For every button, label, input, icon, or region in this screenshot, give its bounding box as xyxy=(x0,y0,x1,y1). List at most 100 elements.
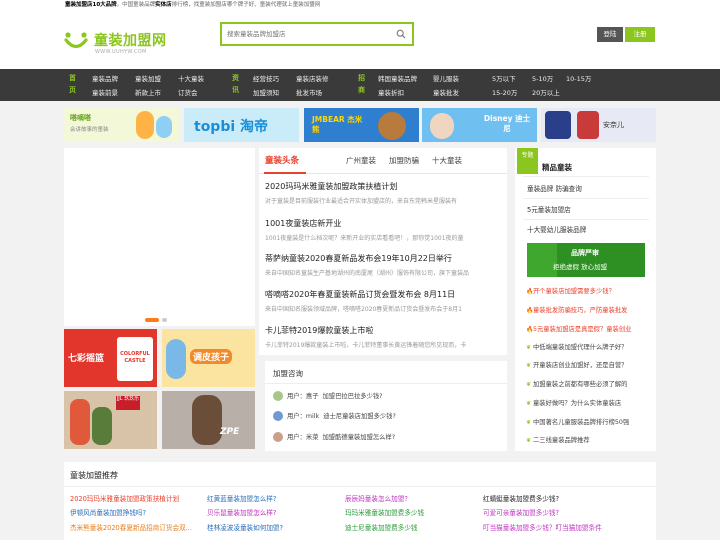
consult-question[interactable]: 迪士尼童装店加盟多少钱? xyxy=(323,413,396,420)
news-title[interactable]: 1001夜童装店新开业 xyxy=(265,218,501,229)
news-item[interactable]: 嗒嘀嗒2020年春夏童装新品订货会暨发布会 8月11日 来自中国知名服装领域品牌，… xyxy=(265,289,501,313)
slider-dot-active[interactable] xyxy=(145,318,159,322)
news-title[interactable]: 蒂萨纳童装2020春夏新品发布会19年10月22日举行 xyxy=(265,253,501,264)
search-icon[interactable] xyxy=(396,29,406,39)
news-desc: 对于童装是目前服装行业最适合开实体加盟店的，来自东莞韩米星服装有 xyxy=(265,198,458,205)
nav-link[interactable]: 童装品牌 xyxy=(92,73,118,83)
hot-link[interactable]: ❦ 加盟童装之前都有哪些必须了解的 xyxy=(526,379,654,388)
nav-link[interactable]: 童装前景 xyxy=(92,87,118,97)
recommend-link[interactable]: 红黄蓝童装加盟怎么样? xyxy=(207,493,337,503)
nav-link[interactable]: 15-20万 xyxy=(492,87,517,97)
nav-link[interactable]: 订货会 xyxy=(178,87,198,97)
news-item[interactable]: 1001夜童装店新开业 1001夜童装是什么档次呢？来新开业的实店看看吧！，那你觉… xyxy=(265,218,501,242)
nav-link[interactable]: 5万以下 xyxy=(492,73,516,83)
tab-guangzhou[interactable]: 广州童装 xyxy=(346,155,376,166)
leaf-icon: ❦ xyxy=(526,381,532,388)
brand-tile[interactable]: 调皮孩子 xyxy=(162,329,255,387)
consult-question[interactable]: 加盟巴拉巴拉多少钱? xyxy=(323,393,383,400)
recommend-link[interactable]: 贝乐鼠童装加盟怎么样? xyxy=(207,507,337,517)
leaf-icon: ❦ xyxy=(526,400,532,407)
tab-top-ten[interactable]: 十大童装 xyxy=(432,155,462,166)
register-button[interactable]: 注册 xyxy=(625,27,655,42)
recommend-link[interactable]: 玛玛米雅童装加盟费多少钱 xyxy=(345,507,475,517)
brand-tile[interactable]: ZPE xyxy=(162,391,255,449)
verified-brand-banner[interactable]: 品牌严审 拒绝虚假 放心加盟 xyxy=(527,243,645,277)
brand-banner[interactable]: 嗒嘀嗒 会讲故事的童装 xyxy=(64,108,179,142)
smile-logo-icon xyxy=(64,32,88,49)
search-input[interactable] xyxy=(222,24,392,44)
hot-link[interactable]: ❦ 开童装店创业加盟好，还是自营？ xyxy=(526,360,654,369)
divider xyxy=(64,486,656,487)
nav-link[interactable]: 童装店装修 xyxy=(296,73,329,83)
nav-link[interactable]: 童装加盟 xyxy=(135,73,161,83)
nav-section-invest[interactable]: 招商 xyxy=(358,72,368,96)
news-title[interactable]: 2020玛玛米雅童装加盟政策扶植计划 xyxy=(265,181,501,192)
tile-label: 七彩摇篮 xyxy=(68,354,105,364)
tab-headlines[interactable]: 童装头条 xyxy=(265,154,299,166)
login-button[interactable]: 登陆 xyxy=(597,27,623,42)
news-tabs: 童装头条 广州童装 加盟防骗 十大童装 xyxy=(259,148,507,174)
recommend-link[interactable]: 2020玛玛米雅童装加盟政策扶植计划 xyxy=(70,493,200,503)
brand-banner[interactable]: JMBEAR 杰米熊 xyxy=(304,108,419,142)
nav-link[interactable]: 婴儿服装 xyxy=(433,73,459,83)
nav-link[interactable]: 十大童装 xyxy=(178,73,204,83)
brand-banner[interactable]: topbi 淘帝 xyxy=(184,108,299,142)
recommend-link[interactable]: 桂林凌波凌童装如何加盟? xyxy=(207,522,337,532)
nav-section-home[interactable]: 首页 xyxy=(69,72,79,96)
news-title[interactable]: 卡儿菲特2019爆款童装上市啦 xyxy=(265,325,501,336)
nav-link[interactable]: 童装折扣 xyxy=(378,87,404,97)
news-panel: 童装头条 广州童装 加盟防骗 十大童装 2020玛玛米雅童装加盟政策扶植计划对于… xyxy=(259,148,507,355)
news-item[interactable]: 卡儿菲特2019爆款童装上市啦 卡儿菲特2019爆款童装上市啦，卡儿菲特董事长黄运… xyxy=(265,325,501,349)
consult-item[interactable]: 用户：米菜 加盟酷德童装加盟怎么样? xyxy=(273,432,395,442)
consult-question[interactable]: 加盟酷德童装加盟怎么样? xyxy=(323,434,396,441)
news-title[interactable]: 嗒嘀嗒2020年春夏童装新品订货会暨发布会 8月11日 xyxy=(265,289,501,300)
nav-link[interactable]: 5-10万 xyxy=(532,73,553,83)
nav-link[interactable]: 批发市场 xyxy=(296,87,322,97)
slider-dots[interactable] xyxy=(145,316,167,324)
nav-section-news[interactable]: 资讯 xyxy=(232,72,242,96)
sidebar-link[interactable]: 童装品牌 防骗查询 xyxy=(527,183,582,193)
hot-link[interactable]: ❦ 中低端童装加盟代理什么牌子好？ xyxy=(526,342,654,351)
active-tab-indicator xyxy=(264,172,306,174)
brand-banner[interactable]: 安奈儿 xyxy=(541,108,656,142)
recommend-link[interactable]: 伊顿风尚童装加盟挣钱吗? xyxy=(70,507,200,517)
hot-link[interactable]: 🔥童装批发防骗技巧，严防童装批发 xyxy=(526,305,654,314)
news-item[interactable]: 蒂萨纳童装2020春夏新品发布会19年10月22日举行 来自中国知名童装生产基地湖… xyxy=(265,253,501,277)
consult-item[interactable]: 用户：惠子 加盟巴拉巴拉多少钱? xyxy=(273,391,383,401)
recommend-title: 童装加盟推荐 xyxy=(70,471,118,480)
sidebar-link[interactable]: 十大婴幼儿服装品牌 xyxy=(527,224,586,234)
search-box xyxy=(220,22,414,46)
nav-link[interactable]: 童装批发 xyxy=(433,87,459,97)
recommend-link[interactable]: 杰米熊童装2020春夏新品招商订货会双... xyxy=(70,522,200,532)
recommend-link[interactable]: 红蜻蜓童装加盟费多少钱? xyxy=(483,493,613,503)
nav-link[interactable]: 20万以上 xyxy=(532,87,560,97)
brand-tile[interactable]: JJL 玖玖乐 xyxy=(64,391,157,449)
site-logo[interactable]: 童装加盟网 WWW.UUHYW.COM xyxy=(64,28,184,58)
recommend-link[interactable]: 辰辰妈童装怎么加盟? xyxy=(345,493,475,503)
tile-label: 调皮孩子 xyxy=(190,349,233,364)
hot-link[interactable]: 🔥5元童装加盟店是真是假？童装创业 xyxy=(526,324,654,333)
hot-link[interactable]: 🔥开个童装店加盟需要多少钱？ xyxy=(526,286,654,295)
cartoon-figure-icon xyxy=(156,116,172,138)
nav-link[interactable]: 加盟须知 xyxy=(253,87,279,97)
tab-anti-fraud[interactable]: 加盟防骗 xyxy=(389,155,419,166)
hot-link[interactable]: ❦ 童装好做吗？为什么实体童装店 xyxy=(526,398,654,407)
image-slider[interactable] xyxy=(64,148,255,326)
nav-link[interactable]: 新款上市 xyxy=(135,87,161,97)
hot-link[interactable]: ❦ 中国著名儿童服装品牌排行榜50强 xyxy=(526,417,654,426)
news-item[interactable]: 2020玛玛米雅童装加盟政策扶植计划对于童装是目前服装行业最适合开实体加盟店的，… xyxy=(265,181,501,205)
banner-title: Disney 迪士尼 xyxy=(483,114,531,133)
avatar xyxy=(273,411,283,421)
nav-link[interactable]: 经营技巧 xyxy=(253,73,279,83)
recommend-link[interactable]: 叮当猫童装加盟多少钱？叮当猫加盟条件 xyxy=(483,522,613,532)
consult-item[interactable]: 用户：milk 迪士尼童装店加盟多少钱? xyxy=(273,411,396,421)
nav-link[interactable]: 韩国童装品牌 xyxy=(378,73,417,83)
sidebar-link[interactable]: 5元童装加盟店 xyxy=(527,204,571,214)
brand-tile[interactable]: 七彩摇篮 COLORFUL CASTLE xyxy=(64,329,157,387)
slider-dot[interactable] xyxy=(162,318,167,322)
nav-link[interactable]: 10-15万 xyxy=(566,73,591,83)
recommend-link[interactable]: 迪士尼童装加盟费多少钱 xyxy=(345,522,475,532)
recommend-link[interactable]: 可爱可亲童装加盟多少钱? xyxy=(483,507,613,517)
hot-link[interactable]: ❦ 二三线童装品牌推荐 xyxy=(526,435,654,444)
brand-banner[interactable]: Disney 迪士尼 xyxy=(422,108,537,142)
